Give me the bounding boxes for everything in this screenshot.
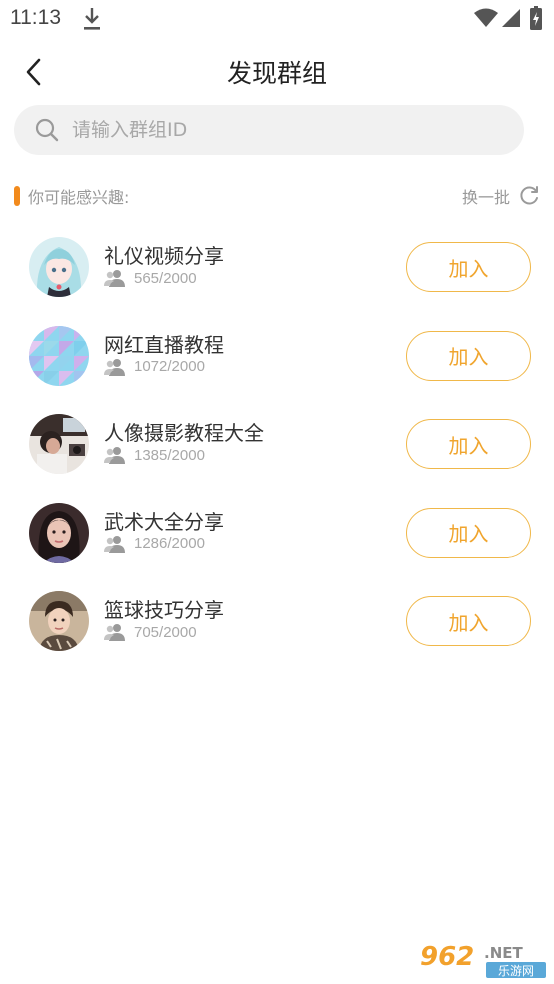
member-row: 1286/2000 [104, 535, 205, 553]
group-name: 人像摄影教程大全 [104, 421, 264, 445]
join-button[interactable]: 加入 [406, 596, 531, 646]
avatar[interactable] [29, 414, 89, 474]
signal-icon [502, 9, 520, 27]
triangle-pattern-image [29, 325, 89, 386]
member-row: 705/2000 [104, 623, 197, 641]
avatar[interactable] [29, 502, 89, 563]
man-portrait-image [29, 591, 89, 651]
watermark-number: 962 [420, 942, 474, 972]
anime-girl-image [29, 237, 89, 297]
section-title: 你可能感兴趣: [28, 188, 130, 207]
refresh-label: 换一批 [461, 188, 510, 207]
woman-portrait-image [29, 502, 89, 563]
watermark-logo: 962 .NET 乐游网 [416, 938, 550, 980]
battery-icon [530, 6, 542, 30]
status-bar: 11:13 [0, 0, 554, 38]
watermark-suffix: .NET [484, 944, 523, 962]
join-button[interactable]: 加入 [406, 507, 531, 558]
group-name: 礼仪视频分享 [104, 244, 224, 268]
member-count: 705/2000 [134, 623, 197, 641]
member-row: 565/2000 [104, 269, 197, 287]
list-item[interactable]: 礼仪视频分享 565/2000 加入 [0, 222, 554, 311]
search-input[interactable] [72, 119, 472, 141]
list-item[interactable]: 武术大全分享 1286/2000 加入 [0, 488, 554, 577]
group-name: 网红直播教程 [104, 332, 224, 357]
section-header: 你可能感兴趣: 换一批 [14, 183, 540, 209]
status-time: 11:13 [10, 6, 61, 29]
refresh-icon [520, 186, 538, 205]
avatar[interactable] [29, 591, 89, 651]
avatar[interactable] [29, 325, 89, 386]
page-title: 发现群组 [226, 59, 327, 88]
search-icon [35, 118, 59, 142]
members-icon [104, 270, 125, 287]
member-row: 1072/2000 [104, 358, 205, 376]
watermark-subtitle: 乐游网 [498, 964, 534, 978]
list-item[interactable]: 人像摄影教程大全 1385/2000 加入 [0, 399, 554, 488]
avatar[interactable] [29, 237, 89, 297]
member-count: 1072/2000 [134, 358, 205, 375]
group-list: 礼仪视频分享 565/2000 加入 网红直播教程 1072/2000 加入 人… [0, 222, 554, 665]
search-box[interactable] [14, 105, 524, 155]
group-name: 篮球技巧分享 [104, 598, 224, 622]
member-count: 565/2000 [134, 269, 197, 287]
join-button[interactable]: 加入 [406, 419, 531, 469]
download-icon [84, 8, 100, 30]
members-icon [104, 447, 125, 464]
group-name: 武术大全分享 [104, 509, 224, 534]
member-count: 1385/2000 [134, 446, 205, 464]
join-button[interactable]: 加入 [406, 242, 531, 292]
members-icon [104, 624, 125, 641]
refresh-button[interactable]: 换一批 [462, 183, 540, 209]
members-icon [104, 358, 125, 376]
list-item[interactable]: 篮球技巧分享 705/2000 加入 [0, 576, 554, 665]
member-count: 1286/2000 [134, 535, 205, 552]
join-button[interactable]: 加入 [406, 330, 531, 381]
nav-bar: 发现群组 [0, 44, 554, 98]
photographer-image [29, 414, 89, 474]
members-icon [104, 535, 125, 553]
member-row: 1385/2000 [104, 446, 205, 464]
list-item[interactable]: 网红直播教程 1072/2000 加入 [0, 311, 554, 400]
wifi-icon [474, 8, 498, 27]
accent-bar [14, 186, 20, 206]
